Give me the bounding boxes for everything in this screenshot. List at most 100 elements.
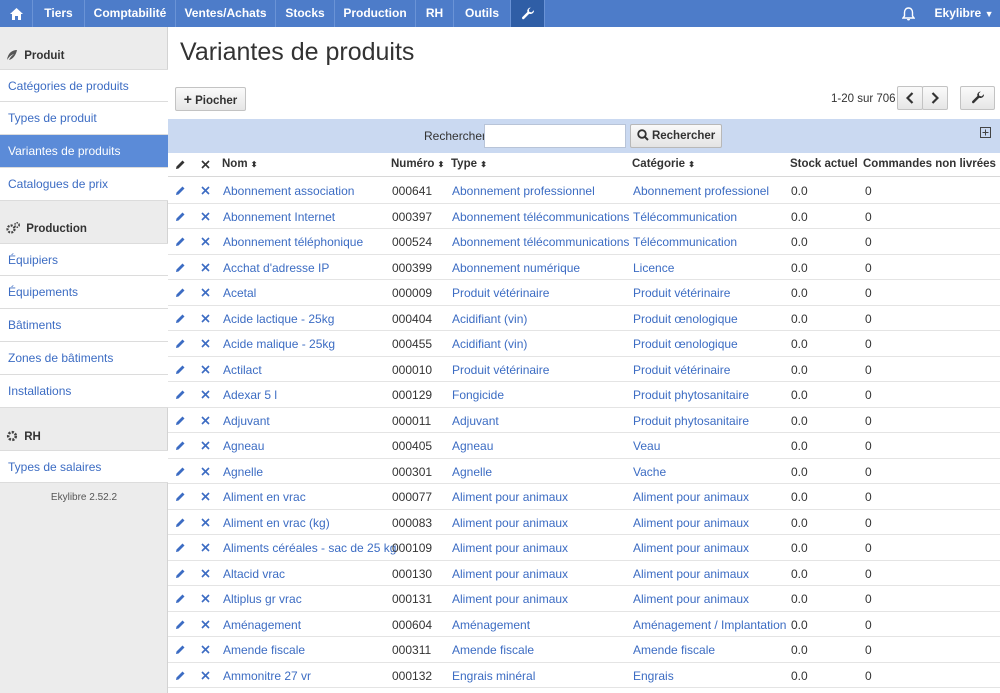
delete-icon[interactable] [201, 466, 210, 476]
sidebar-item-categories[interactable]: Catégories de produits [0, 69, 168, 102]
cell-name[interactable]: Adexar 5 l [223, 388, 277, 402]
cell-category[interactable]: Aliment pour animaux [633, 567, 749, 581]
nav-tiers[interactable]: Tiers [33, 0, 85, 27]
cell-category[interactable]: Amende fiscale [633, 643, 715, 657]
edit-icon[interactable] [175, 185, 186, 196]
edit-icon[interactable] [175, 389, 186, 400]
delete-icon[interactable] [201, 364, 210, 374]
delete-icon[interactable] [201, 543, 210, 552]
delete-icon[interactable] [201, 619, 210, 629]
sidebar-item-zones[interactable]: Zones de bâtiments [0, 342, 168, 375]
edit-icon[interactable] [175, 338, 186, 349]
cell-name[interactable]: Abonnement Internet [223, 210, 335, 224]
edit-icon[interactable] [175, 440, 186, 451]
cell-category[interactable]: Abonnement professionel [633, 184, 769, 198]
delete-icon[interactable] [201, 339, 210, 348]
cell-name[interactable]: Acide lactique - 25kg [223, 312, 334, 326]
cell-type[interactable]: Abonnement télécommunications [452, 210, 629, 224]
edit-icon[interactable] [175, 670, 186, 681]
cell-name[interactable]: Acetal [223, 286, 256, 300]
cell-type[interactable]: Aliment pour animaux [452, 516, 568, 530]
cell-type[interactable]: Abonnement télécommunications [452, 235, 629, 249]
nav-ventes-achats[interactable]: Ventes/Achats [176, 0, 276, 27]
cell-category[interactable]: Vache [633, 465, 666, 479]
nav-comptabilite[interactable]: Comptabilité [85, 0, 176, 27]
next-page-button[interactable] [922, 86, 948, 110]
delete-icon[interactable] [201, 645, 210, 654]
cell-category[interactable]: Aliment pour animaux [633, 541, 749, 555]
edit-icon[interactable] [175, 491, 186, 502]
cell-type[interactable]: Agneau [452, 439, 493, 453]
cell-category[interactable]: Licence [633, 261, 674, 275]
edit-icon[interactable] [175, 211, 186, 222]
expand-search-button[interactable] [980, 127, 991, 141]
cell-category[interactable]: Produit phytosanitaire [633, 388, 749, 402]
user-menu[interactable]: Ekylibre ▼ [928, 0, 1000, 27]
cell-name[interactable]: Aliments céréales - sac de 25 kg [223, 541, 396, 555]
sidebar-item-variantes[interactable]: Variantes de produits [0, 135, 168, 168]
cell-type[interactable]: Produit vétérinaire [452, 286, 549, 300]
search-input[interactable] [484, 124, 626, 148]
cell-type[interactable]: Abonnement numérique [452, 261, 580, 275]
cell-type[interactable]: Aliment pour animaux [452, 567, 568, 581]
cell-type[interactable]: Acidifiant (vin) [452, 312, 527, 326]
sidebar-item-batiments[interactable]: Bâtiments [0, 309, 168, 342]
edit-icon[interactable] [175, 517, 186, 528]
delete-icon[interactable] [201, 211, 210, 221]
cell-category[interactable]: Télécommunication [633, 210, 737, 224]
delete-icon[interactable] [201, 441, 210, 450]
notifications-button[interactable] [894, 0, 922, 27]
cell-name[interactable]: Adjuvant [223, 414, 270, 428]
cell-name[interactable]: Acide malique - 25kg [223, 337, 335, 351]
cell-type[interactable]: Aménagement [452, 618, 530, 632]
column-header-name[interactable]: Nom ⬍ [222, 158, 257, 170]
delete-icon[interactable] [201, 186, 210, 195]
sidebar-item-equipiers[interactable]: Équipiers [0, 243, 168, 276]
edit-icon[interactable] [175, 644, 186, 655]
cell-name[interactable]: Abonnement association [223, 184, 354, 198]
sidebar-item-types[interactable]: Types de produit [0, 102, 168, 135]
cell-category[interactable]: Engrais [633, 669, 674, 683]
cell-type[interactable]: Engrais minéral [452, 669, 535, 683]
nav-outils[interactable]: Outils [454, 0, 511, 27]
search-button[interactable]: Rechercher [630, 124, 722, 148]
cell-category[interactable]: Aliment pour animaux [633, 516, 749, 530]
edit-icon[interactable] [175, 262, 186, 273]
cell-name[interactable]: Altiplus gr vrac [223, 592, 302, 606]
edit-icon[interactable] [175, 619, 186, 630]
delete-icon[interactable] [201, 415, 210, 425]
delete-icon[interactable] [201, 288, 210, 297]
cell-type[interactable]: Fongicide [452, 388, 504, 402]
cell-name[interactable]: Aliment en vrac [223, 490, 306, 504]
cell-type[interactable]: Agnelle [452, 465, 492, 479]
delete-icon[interactable] [201, 594, 210, 603]
cell-name[interactable]: Aménagement [223, 618, 301, 632]
edit-icon[interactable] [175, 364, 186, 375]
delete-icon[interactable] [201, 237, 210, 246]
sidebar-item-salaires[interactable]: Types de salaires [0, 450, 168, 483]
cell-name[interactable]: Ammonitre 27 vr [223, 669, 311, 683]
sidebar-item-equipements[interactable]: Équipements [0, 276, 168, 309]
cell-type[interactable]: Aliment pour animaux [452, 592, 568, 606]
cell-name[interactable]: Abonnement téléphonique [223, 235, 363, 249]
delete-icon[interactable] [201, 492, 210, 501]
cell-category[interactable]: Aliment pour animaux [633, 592, 749, 606]
cell-type[interactable]: Abonnement professionnel [452, 184, 595, 198]
edit-icon[interactable] [175, 466, 186, 477]
cell-type[interactable]: Aliment pour animaux [452, 490, 568, 504]
delete-icon[interactable] [201, 313, 210, 323]
nav-production[interactable]: Production [335, 0, 416, 27]
pick-button[interactable]: + Piocher [175, 87, 246, 111]
cell-category[interactable]: Produit œnologique [633, 312, 738, 326]
edit-icon[interactable] [175, 568, 186, 579]
edit-icon[interactable] [175, 313, 186, 324]
edit-icon[interactable] [175, 236, 186, 247]
sidebar-item-catalogues[interactable]: Catalogues de prix [0, 168, 168, 201]
edit-icon[interactable] [175, 287, 186, 298]
cell-name[interactable]: Acchat d'adresse IP [223, 261, 329, 275]
column-header-category[interactable]: Catégorie ⬍ [632, 158, 695, 170]
cell-category[interactable]: Produit œnologique [633, 337, 738, 351]
cell-name[interactable]: Agneau [223, 439, 264, 453]
delete-icon[interactable] [201, 390, 210, 399]
nav-stocks[interactable]: Stocks [276, 0, 335, 27]
